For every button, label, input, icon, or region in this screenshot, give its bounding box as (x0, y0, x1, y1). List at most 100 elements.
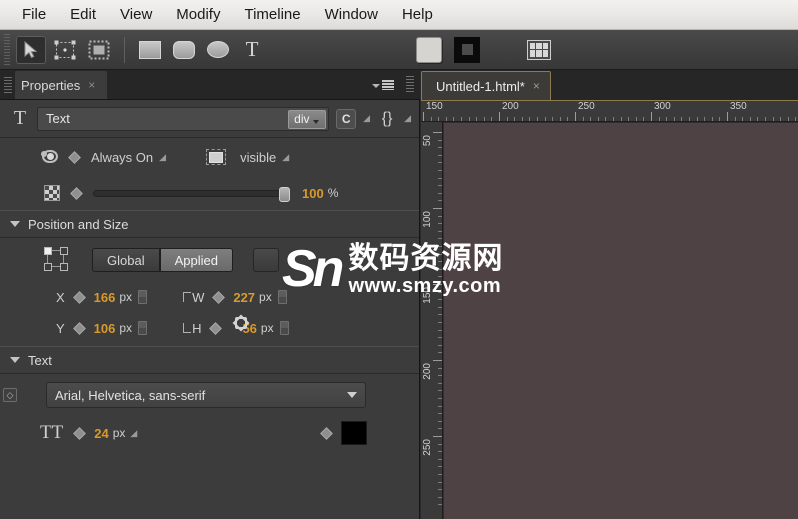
h-stepper[interactable] (279, 321, 289, 335)
font-size-value[interactable]: 24 (94, 426, 108, 441)
y-stepper[interactable] (138, 321, 148, 335)
document-tab[interactable]: Untitled-1.html* × (421, 71, 551, 100)
ruler-h-minor-tick (491, 117, 493, 121)
applied-button[interactable]: Applied (159, 248, 233, 272)
close-icon[interactable]: × (88, 78, 95, 92)
css-class-button[interactable]: C (336, 108, 357, 129)
x-stepper[interactable] (138, 290, 148, 304)
menu-item-file[interactable]: File (10, 4, 58, 25)
opacity-keyframe-diamond[interactable] (70, 186, 83, 200)
properties-panel: Properties × T Text div C ◢ {} ◢ Always … (0, 70, 420, 519)
font-size-chevron-icon: ◢ (130, 427, 138, 438)
selection-tool[interactable] (16, 35, 46, 64)
clipping-tool[interactable] (84, 36, 114, 64)
display-value-label[interactable]: Always On (91, 150, 153, 165)
menu-item-edit[interactable]: Edit (58, 4, 108, 25)
ruler-horizontal[interactable]: 150 200 250 300 350 (421, 100, 798, 122)
coordinate-space-row: Global Applied (0, 238, 419, 282)
text-tool[interactable]: T (237, 36, 267, 64)
y-keyframe-diamond[interactable] (72, 321, 86, 335)
color-keyframe-diamond[interactable] (320, 426, 334, 440)
ruler-h-major-tick (499, 112, 500, 121)
ruler-v-major-tick (433, 436, 442, 437)
opacity-slider-thumb[interactable] (279, 186, 290, 202)
toolbar-drag-handle[interactable] (2, 33, 12, 66)
rounded-rectangle-tool[interactable] (169, 36, 199, 64)
w-label: W (192, 289, 205, 305)
ruler-v-minor-tick (438, 147, 442, 149)
ruler-h-label: 300 (654, 101, 671, 112)
link-constrain-icon[interactable] (228, 310, 250, 332)
ruler-v-major-tick (433, 208, 442, 209)
layout-grid-button[interactable] (522, 36, 556, 64)
ruler-h-minor-tick (795, 117, 797, 121)
tab-properties[interactable]: Properties × (15, 71, 108, 99)
y-value[interactable]: 106 (94, 321, 116, 336)
ruler-v-minor-tick (438, 481, 442, 483)
ruler-h-minor-tick (537, 117, 538, 121)
global-button[interactable]: Global (92, 248, 160, 272)
visibility-value-label[interactable]: visible (240, 150, 276, 165)
ruler-v-minor-tick (438, 154, 442, 156)
transform-box-icon (54, 40, 76, 59)
opacity-value[interactable]: 100 (302, 186, 324, 201)
display-keyframe-diamond[interactable] (68, 150, 81, 164)
design-canvas[interactable] (444, 123, 798, 519)
menu-item-help[interactable]: Help (390, 4, 445, 25)
ruler-h-minor-tick (430, 117, 432, 121)
stage-area: Untitled-1.html* × 150 200 250 300 350 50 100… (421, 70, 798, 519)
code-button[interactable]: {} (377, 110, 397, 128)
eye-icon[interactable] (40, 150, 60, 164)
section-text[interactable]: Text (0, 346, 419, 374)
ruler-h-major-tick (575, 112, 576, 121)
width-bracket-icon (183, 292, 192, 302)
fill-color-swatch[interactable] (412, 36, 446, 64)
transform-tool[interactable] (50, 36, 80, 64)
ruler-h-minor-tick (780, 117, 782, 121)
lock-button-icon[interactable] (252, 248, 279, 272)
ruler-v-minor-tick (438, 314, 442, 316)
x-value[interactable]: 166 (94, 290, 116, 305)
ruler-h-minor-tick (476, 117, 478, 121)
ruler-v-label: 150 (422, 287, 433, 304)
tool-bar: T (0, 30, 798, 70)
ruler-v-minor-tick (438, 458, 442, 460)
visibility-chevron-icon: ◢ (282, 151, 290, 162)
close-icon[interactable]: × (533, 79, 540, 93)
ruler-h-minor-tick (521, 117, 523, 121)
ruler-v-minor-tick (438, 398, 442, 399)
anchor-point-grid-icon[interactable] (44, 247, 70, 273)
ruler-h-minor-tick (681, 117, 683, 121)
ruler-h-minor-tick (438, 117, 440, 121)
element-tag-select[interactable]: div (288, 109, 327, 129)
section-position-and-size[interactable]: Position and Size (0, 210, 419, 238)
w-stepper[interactable] (277, 290, 287, 304)
arrow-cursor-icon (24, 40, 38, 58)
opacity-slider[interactable] (93, 186, 290, 202)
menu-item-window[interactable]: Window (313, 4, 390, 25)
font-family-select[interactable]: Arial, Helvetica, sans-serif (46, 382, 366, 408)
ruler-v-minor-tick (438, 238, 442, 240)
panel-resize-handle[interactable] (406, 76, 414, 94)
menu-item-timeline[interactable]: Timeline (232, 4, 312, 25)
menu-item-view[interactable]: View (108, 4, 164, 25)
ruler-v-minor-tick (438, 413, 442, 415)
element-name-input[interactable]: Text div (37, 106, 330, 131)
text-color-swatch[interactable] (341, 421, 368, 445)
ruler-vertical[interactable]: 50 100 150 200 250 (421, 122, 443, 519)
w-keyframe-diamond[interactable] (212, 290, 226, 304)
stroke-color-swatch[interactable] (450, 36, 484, 64)
rectangle-tool[interactable] (135, 36, 165, 64)
x-keyframe-diamond[interactable] (72, 290, 86, 304)
w-value[interactable]: 227 (233, 290, 255, 305)
display-row: Always On ◢ visible ◢ (0, 138, 419, 176)
expand-chevron-icon[interactable]: ◇ (3, 388, 17, 402)
panel-drag-handle[interactable] (4, 77, 12, 95)
menu-item-modify[interactable]: Modify (164, 4, 232, 25)
font-size-keyframe-diamond[interactable] (73, 426, 87, 440)
panel-menu-button[interactable] (372, 77, 394, 93)
x-width-row: X 166 px W 227 px (0, 282, 419, 312)
h-keyframe-diamond[interactable] (209, 321, 223, 335)
visibility-box-icon[interactable] (206, 149, 227, 165)
ellipse-tool[interactable] (203, 36, 233, 64)
